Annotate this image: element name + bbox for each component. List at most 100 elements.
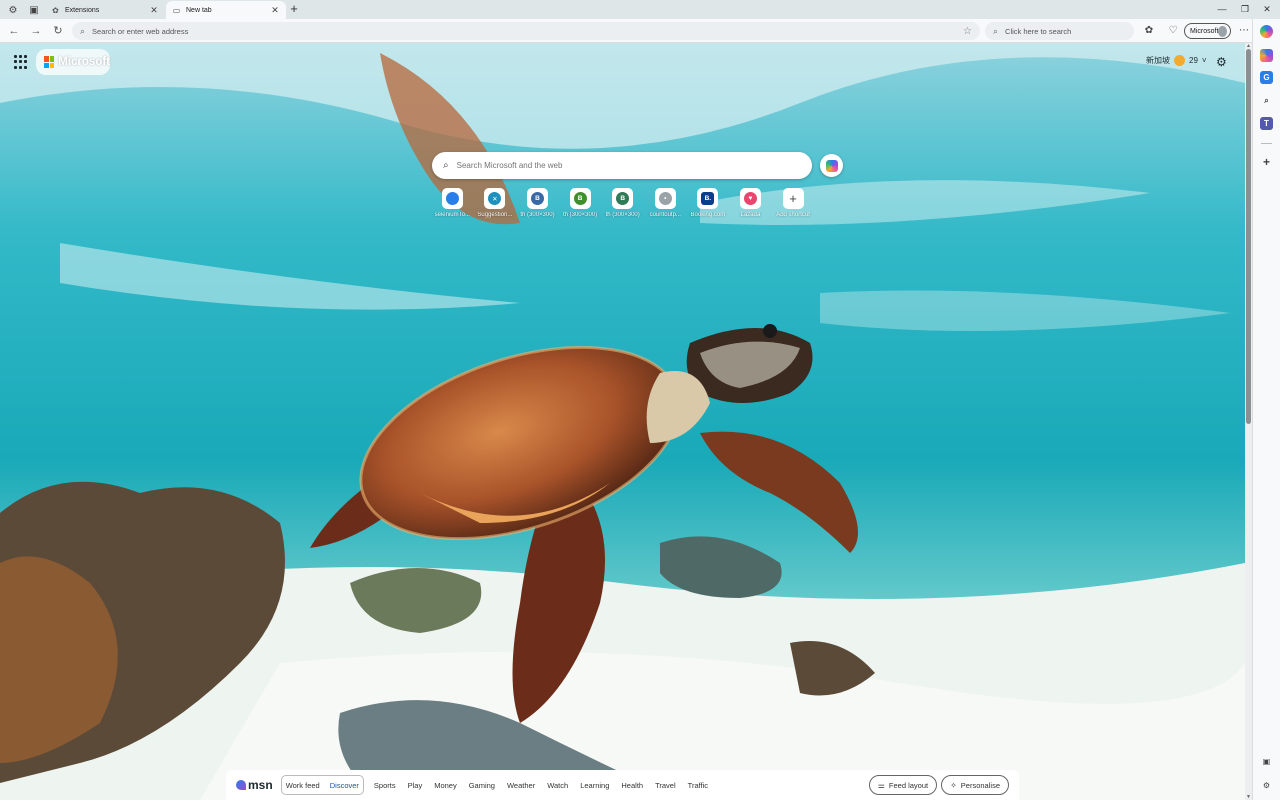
copilot-icon — [825, 159, 838, 172]
shortcut-tile[interactable]: ♥ Lazada — [729, 188, 772, 218]
sparkle-icon: ✧ — [950, 780, 957, 790]
profile-label: Microsoft — [1190, 27, 1219, 35]
site-letter-icon: B — [526, 188, 548, 209]
shortcut-tile[interactable]: ✕ Suggestion... — [474, 188, 517, 218]
shortcut-label: th (300×300) — [605, 212, 640, 218]
ntp-search-input[interactable] — [456, 161, 787, 170]
feed-nav-weather[interactable]: Weather — [507, 781, 535, 790]
back-icon[interactable]: ← — [7, 24, 21, 38]
weather-widget[interactable]: 新加坡 29 ˅ — [1146, 55, 1207, 66]
feed-toggle: Work feed Discover — [280, 775, 364, 795]
add-shortcut-button[interactable]: + Add shortcut — [772, 188, 815, 218]
toolbar-search-box[interactable]: ⌕ Click here to search — [985, 22, 1134, 40]
translate-icon[interactable]: G — [1260, 71, 1273, 84]
shortcut-label: Suggestion... — [477, 212, 513, 218]
search-icon: ⌕ — [80, 25, 86, 36]
microsoft-logo[interactable]: Microsoft — [36, 49, 110, 75]
favorite-star-icon[interactable]: ☆ — [963, 26, 972, 37]
app-launcher-icon[interactable] — [14, 55, 28, 69]
weather-temperature: 29 — [1189, 56, 1198, 65]
personalise-label: Personalise — [960, 780, 1000, 790]
feed-nav-travel[interactable]: Travel — [655, 781, 676, 790]
msn-feed-bar: msn Work feed Discover Sports Play Money… — [226, 770, 1019, 800]
tab-new-tab[interactable]: ▭ New tab ✕ — [166, 1, 286, 19]
search-icon: ⌕ — [443, 160, 449, 171]
feed-layout-button[interactable]: ⚌ Feed layout — [868, 775, 938, 795]
feed-nav-money[interactable]: Money — [434, 781, 457, 790]
screenshot-icon[interactable]: ▣ — [1260, 755, 1273, 768]
restore-icon[interactable]: ❐ — [1238, 2, 1252, 16]
shortcut-tile[interactable]: • countoutp... — [644, 188, 687, 218]
tab-extensions[interactable]: ✿ Extensions ✕ — [45, 1, 165, 19]
close-window-icon[interactable]: ✕ — [1260, 2, 1274, 16]
search-icon: ⌕ — [993, 25, 999, 36]
feed-nav-watch[interactable]: Watch — [547, 781, 568, 790]
extensions-icon: ✿ — [52, 5, 59, 15]
selenium-site-icon — [441, 188, 463, 209]
countout-site-icon: • — [654, 188, 676, 209]
shortcuts-row: seleniumTo... ✕ Suggestion... B th (300×… — [431, 188, 814, 218]
sidebar-settings-icon[interactable]: ⚙ — [1260, 779, 1273, 792]
search-icon[interactable]: ⌕ — [1260, 94, 1273, 107]
feed-nav-health[interactable]: Health — [621, 781, 643, 790]
feed-nav-traffic[interactable]: Traffic — [688, 781, 708, 790]
shortcut-tile[interactable]: seleniumTo... — [431, 188, 474, 218]
forward-icon[interactable]: → — [29, 24, 43, 38]
lazada-site-icon: ♥ — [739, 188, 761, 209]
feed-nav-learning[interactable]: Learning — [580, 781, 609, 790]
shortcut-tile[interactable]: B. Booking.com — [687, 188, 730, 218]
add-app-icon[interactable]: + — [1260, 155, 1273, 169]
personalise-button[interactable]: ✧ Personalise — [941, 775, 1009, 795]
shortcut-label: seleniumTo... — [434, 212, 470, 218]
close-icon[interactable]: ✕ — [270, 5, 280, 16]
tab-actions-icon[interactable]: ▣ — [27, 3, 41, 17]
suggestion-site-icon: ✕ — [484, 188, 506, 209]
plus-icon: + — [782, 188, 804, 209]
address-bar[interactable]: ⌕ Search or enter web address ☆ — [72, 22, 980, 40]
shortcut-label: Booking.com — [690, 212, 726, 218]
feed-nav-sports[interactable]: Sports — [374, 781, 396, 790]
profile-button[interactable]: Microsoft — [1184, 23, 1231, 39]
shortcut-label: th (300×300) — [562, 212, 598, 218]
teams-icon[interactable]: T — [1260, 117, 1273, 130]
edge-sidebar: G ⌕ T + ▣ ⚙ — [1252, 19, 1280, 800]
microsoft-logo-icon — [44, 56, 55, 68]
extensions-icon[interactable]: ✿ — [1142, 24, 1156, 38]
more-menu-icon[interactable]: ⋯ — [1237, 24, 1251, 38]
search-placeholder: Click here to search — [1005, 26, 1072, 36]
tab-work-feed[interactable]: Work feed — [286, 781, 320, 790]
page-settings-gear-icon[interactable]: ⚙ — [1216, 55, 1227, 69]
partly-sunny-icon — [1174, 55, 1185, 66]
copilot-button[interactable] — [820, 154, 843, 177]
page-scrollbar[interactable]: ▲ ▼ — [1245, 43, 1252, 800]
msn-butterfly-icon — [236, 780, 246, 790]
shortcut-tile[interactable]: B th (300×300) — [516, 188, 559, 218]
browser-essentials-icon[interactable]: ♡ — [1166, 24, 1180, 38]
shortcut-label: countoutp... — [649, 212, 681, 218]
shortcut-tile[interactable]: B th (300×300) — [601, 188, 644, 218]
address-placeholder: Search or enter web address — [92, 26, 189, 36]
msn-logo[interactable]: msn — [236, 778, 273, 792]
new-tab-button[interactable]: + — [288, 2, 300, 16]
page-icon: ▭ — [172, 5, 181, 15]
minimize-icon[interactable]: — — [1215, 2, 1229, 16]
copilot-app-icon[interactable] — [1260, 49, 1273, 62]
toolbar: ← → ↻ ⌕ Search or enter web address ☆ ⌕ … — [0, 19, 1280, 43]
feed-nav-gaming[interactable]: Gaming — [469, 781, 495, 790]
shortcut-tile[interactable]: B th (300×300) — [559, 188, 602, 218]
scrollbar-thumb[interactable] — [1246, 49, 1251, 424]
tab-strip: ⚙ ▣ ✿ Extensions ✕ ▭ New tab ✕ + — ❐ ✕ — [0, 0, 1280, 19]
booking-site-icon: B. — [697, 188, 719, 209]
copilot-icon[interactable] — [1260, 25, 1273, 38]
msn-text: msn — [248, 778, 273, 792]
weather-location: 新加坡 — [1146, 56, 1170, 65]
scroll-down-icon[interactable]: ▼ — [1245, 794, 1252, 800]
workspaces-icon[interactable]: ⚙ — [6, 3, 20, 17]
tab-discover[interactable]: Discover — [330, 781, 359, 790]
ntp-search-box[interactable]: ⌕ — [432, 152, 812, 179]
feed-nav: Sports Play Money Gaming Weather Watch L… — [374, 781, 865, 790]
close-icon[interactable]: ✕ — [149, 5, 159, 16]
refresh-icon[interactable]: ↻ — [51, 24, 65, 38]
feed-nav-play[interactable]: Play — [408, 781, 423, 790]
chevron-down-icon: ˅ — [1201, 56, 1207, 65]
